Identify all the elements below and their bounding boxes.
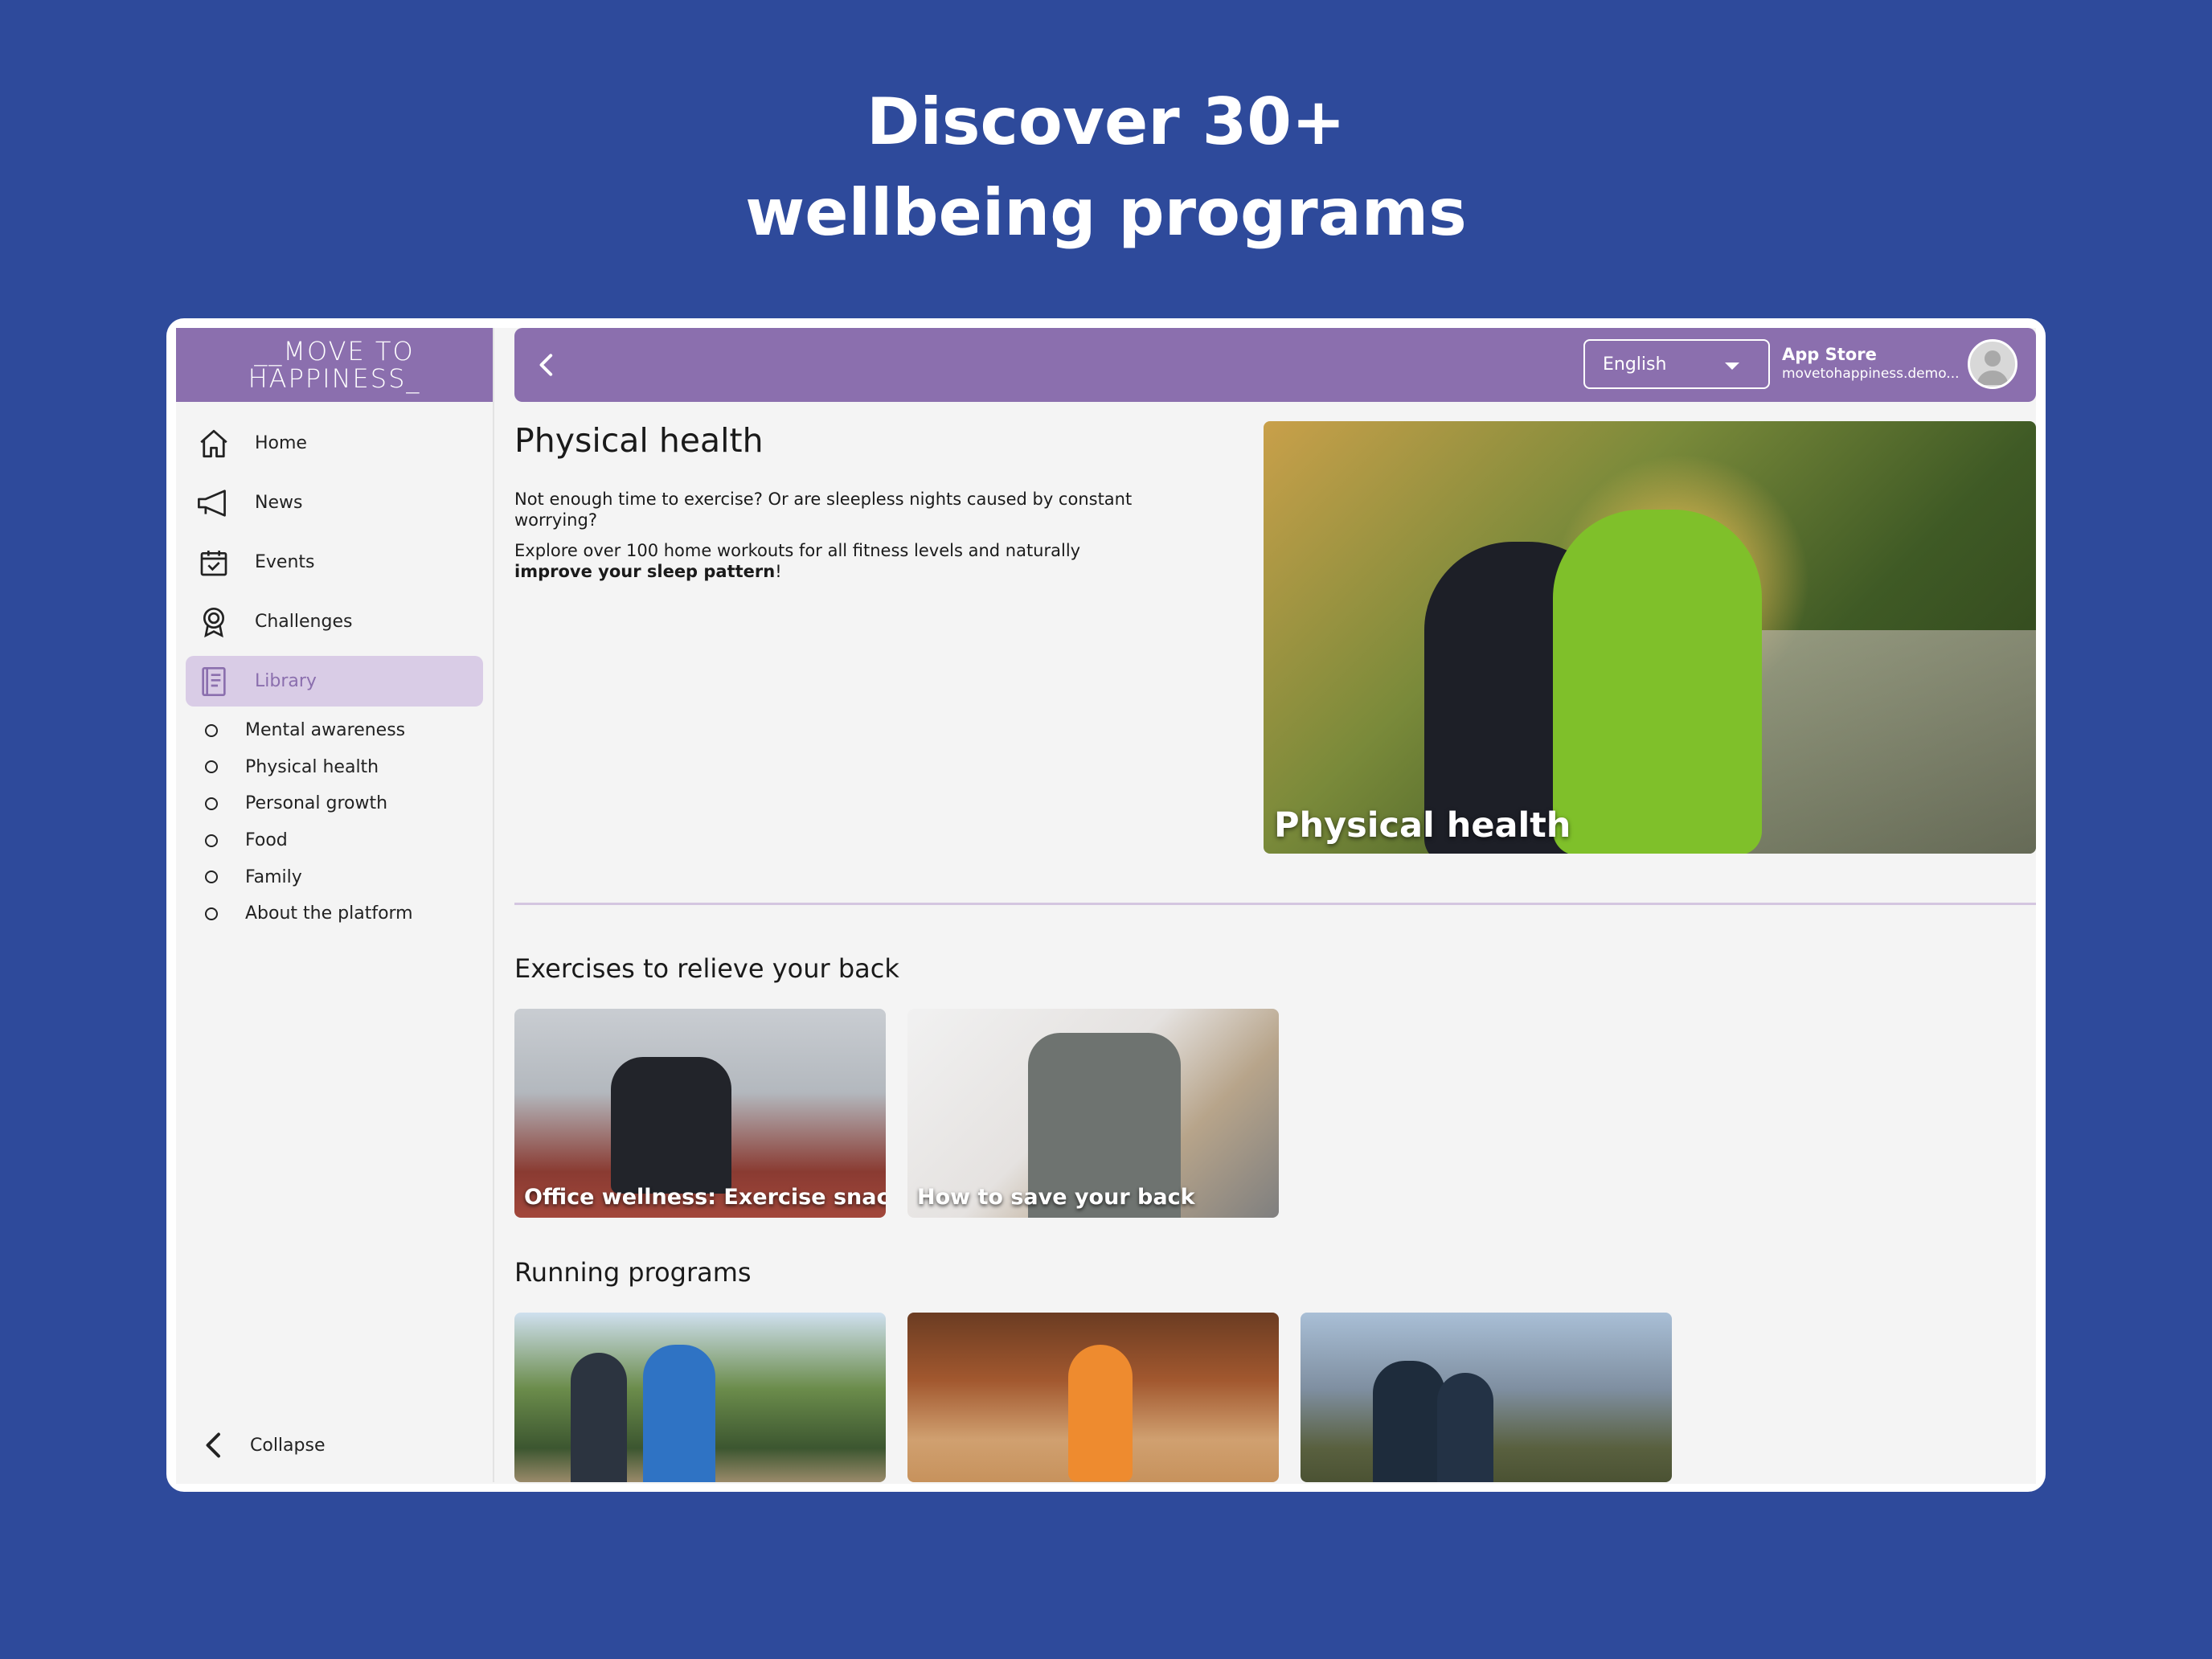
sidebar-item-label: Events [255,552,315,572]
headline-line-1: Discover 30+ [866,84,1346,159]
program-card[interactable]: Office wellness: Exercise snacks [514,1009,886,1218]
library-item-about-platform[interactable]: About the platform [176,895,493,932]
logo-line-1: __MOVE TO [254,336,415,367]
app-window: __MOVE TO HAPPINESS_ Home News Events Ch… [176,328,2036,1484]
radio-dot [205,834,218,847]
radio-dot [205,870,218,884]
library-item-label: Food [245,830,288,851]
program-card[interactable] [1301,1313,1672,1482]
library-item-food[interactable]: Food [176,822,493,859]
library-item-personal-growth[interactable]: Personal growth [176,785,493,822]
program-card[interactable] [514,1313,886,1482]
home-icon [195,425,232,462]
description-highlight: improve your sleep pattern [514,562,776,581]
library-item-label: Family [245,866,302,887]
language-value: English [1603,354,1667,375]
sidebar-item-label: Challenges [255,612,353,632]
user-email: movetohappiness.demo... [1782,366,1960,382]
library-item-label: Personal growth [245,793,388,814]
language-select[interactable]: English [1583,339,1770,389]
image-person-2 [1553,510,1762,854]
sidebar: __MOVE TO HAPPINESS_ Home News Events Ch… [176,328,494,1482]
main-nav: Home News Events Challenges Library [176,418,493,715]
megaphone-icon [195,485,232,522]
user-info[interactable]: App Store movetohappiness.demo... [1782,344,1960,383]
promo-headline: Discover 30+ wellbeing programs [0,76,2212,258]
collapse-label: Collapse [250,1435,326,1456]
top-bar: English App Store movetohappiness.demo..… [514,328,2036,402]
radio-dot [205,760,218,774]
hero-image: Physical health [1264,421,2036,854]
logo-line-2: HAPPINESS_ [248,363,421,394]
image-figure [611,1057,731,1194]
radio-dot [205,907,218,920]
program-card[interactable] [907,1313,1279,1482]
sidebar-item-label: News [255,493,303,513]
library-item-physical-health[interactable]: Physical health [176,749,493,786]
radio-dot [205,797,218,810]
description-end: ! [775,562,782,581]
sidebar-item-library[interactable]: Library [186,656,483,707]
headline-line-2: wellbeing programs [745,175,1467,250]
sidebar-item-label: Library [255,671,317,691]
sidebar-item-label: Home [255,433,307,453]
calendar-check-icon [195,544,232,581]
award-icon [195,604,232,641]
radio-dot [205,723,218,737]
description-paragraph-1: Not enough time to exercise? Or are slee… [514,490,1133,530]
image-figure [1373,1361,1445,1482]
chevron-left-icon [539,354,553,376]
section-title: Exercises to relieve your back [514,953,899,984]
hero-caption: Physical health [1274,805,1571,846]
library-item-label: About the platform [245,903,413,924]
avatar[interactable] [1968,339,2017,389]
main-content: Physical health Not enough time to exerc… [514,421,2036,1482]
book-icon [195,663,232,700]
collapse-button[interactable]: Collapse [176,1421,493,1469]
brand-logo[interactable]: __MOVE TO HAPPINESS_ [176,328,493,402]
user-icon [1976,350,2009,385]
divider [514,903,2036,905]
sidebar-item-challenges[interactable]: Challenges [186,596,483,647]
sidebar-item-events[interactable]: Events [186,537,483,588]
library-item-family[interactable]: Family [176,858,493,895]
image-figure [1437,1373,1493,1482]
page-description: Not enough time to exercise? Or are slee… [514,489,1141,592]
chevron-down-icon [1725,363,1739,370]
image-figure [1068,1345,1133,1481]
library-item-label: Mental awareness [245,720,406,741]
library-subnav: Mental awareness Physical health Persona… [176,712,493,932]
app-screenshot-frame: __MOVE TO HAPPINESS_ Home News Events Ch… [166,318,2046,1492]
user-name: App Store [1782,345,1877,364]
image-figure [643,1345,715,1482]
chevron-left-icon [195,1427,232,1464]
library-item-mental-awareness[interactable]: Mental awareness [176,712,493,749]
sidebar-item-news[interactable]: News [186,477,483,528]
program-card[interactable]: How to save your back [907,1009,1279,1218]
page-title: Physical health [514,421,764,460]
card-title: Office wellness: Exercise snacks [524,1185,886,1210]
image-figure [571,1353,627,1482]
back-button[interactable] [527,346,566,384]
sidebar-item-home[interactable]: Home [186,418,483,469]
description-paragraph-2: Explore over 100 home workouts for all f… [514,540,1141,582]
card-title: How to save your back [917,1185,1195,1210]
section-title: Running programs [514,1257,752,1288]
library-item-label: Physical health [245,756,379,777]
description-text: Explore over 100 home workouts for all f… [514,541,1081,560]
